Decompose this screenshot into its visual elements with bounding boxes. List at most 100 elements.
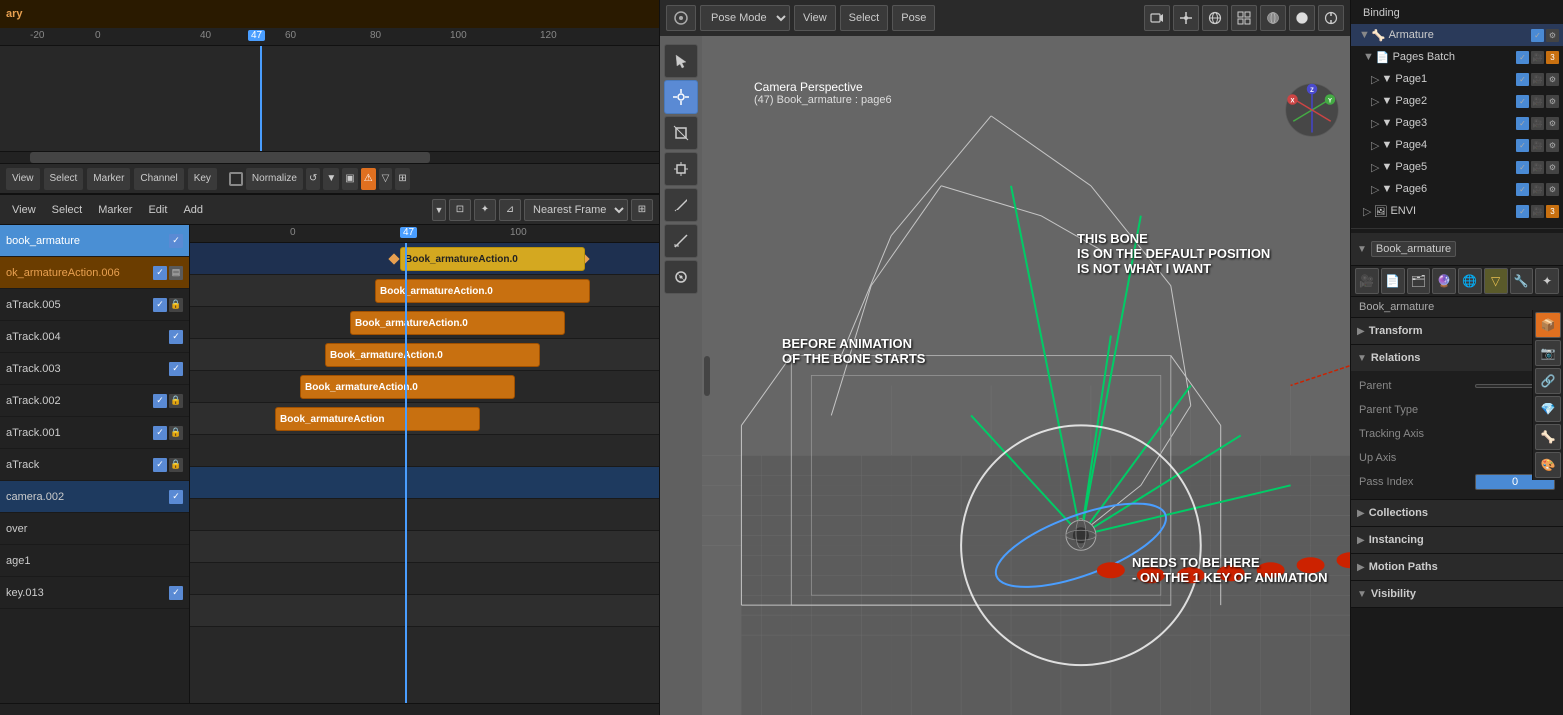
rp-tab-modifiers[interactable]: 🔧 — [1510, 268, 1534, 294]
nla-grid-btn[interactable]: ⊞ — [631, 199, 653, 221]
page6-cam-icon[interactable]: 🎥 — [1531, 183, 1544, 196]
tree-item-pages-batch[interactable]: ▼ 📄 Pages Batch ✓ 🎥 3 — [1351, 46, 1563, 68]
nla-track-label-4[interactable]: aTrack.003 ✓ — [0, 353, 189, 385]
nla-track-label-11[interactable]: key.013 ✓ — [0, 577, 189, 609]
page5-cam-icon[interactable]: 🎥 — [1531, 161, 1544, 174]
track-vis-1[interactable]: ✓ — [153, 266, 167, 280]
rp-tab-view-layer[interactable]: 🗂 — [1407, 268, 1431, 294]
rp-instancing-header[interactable]: ▶ Instancing — [1351, 527, 1563, 553]
page1-cam-icon[interactable]: 🎥 — [1531, 73, 1544, 86]
tool-move-cursor[interactable] — [664, 80, 698, 114]
nla-track-label-6[interactable]: aTrack.001 ✓ 🔒 — [0, 417, 189, 449]
tool-select-cursor[interactable] — [664, 44, 698, 78]
rp-tab-object[interactable]: ▽ — [1484, 268, 1508, 294]
timeline-view-btn[interactable]: View — [6, 168, 40, 190]
page2-extra-icon[interactable]: ⚙ — [1546, 95, 1559, 108]
tool-scale[interactable] — [664, 116, 698, 150]
timeline-select-btn[interactable]: Select — [44, 168, 84, 190]
pages-vis-icon[interactable]: ✓ — [1516, 51, 1529, 64]
rp-side-tab-render[interactable]: 📷 — [1535, 340, 1561, 366]
rp-side-tab-data[interactable]: 💎 — [1535, 396, 1561, 422]
page6-vis-icon[interactable]: ✓ — [1516, 183, 1529, 196]
pages-extra-icon[interactable]: 3 — [1546, 51, 1559, 64]
track-action-icon-1[interactable]: ▤ — [169, 266, 183, 280]
rp-tab-scene[interactable]: 🔮 — [1432, 268, 1456, 294]
nla-block-5[interactable]: Book_armatureAction — [275, 407, 480, 431]
viewport-globe-icon[interactable] — [1202, 5, 1228, 31]
rp-side-tab-bone[interactable]: 🦴 — [1535, 424, 1561, 450]
nla-scrollbar[interactable] — [0, 703, 659, 715]
nla-snapping-select[interactable]: Nearest Frame — [524, 199, 628, 221]
rp-tab-particles[interactable]: ✦ — [1535, 268, 1559, 294]
track-vis-0[interactable]: ✓ — [169, 234, 183, 248]
filter-btn3[interactable]: ⊞ — [395, 168, 409, 190]
nla-track-label-3[interactable]: aTrack.004 ✓ — [0, 321, 189, 353]
track-vis-3[interactable]: ✓ — [169, 330, 183, 344]
tool-measure[interactable] — [664, 224, 698, 258]
viewport-resize-handle[interactable] — [704, 356, 710, 396]
armature-vis-icon[interactable]: ✓ — [1531, 29, 1544, 42]
nla-select-menu[interactable]: Select — [46, 202, 89, 218]
filter-btn2[interactable]: ▽ — [379, 168, 393, 190]
track-vis-8[interactable]: ✓ — [169, 490, 183, 504]
viewport-transform-icon[interactable] — [1173, 5, 1199, 31]
nla-block-0[interactable]: Book_armatureAction.0 — [400, 247, 585, 271]
track-extra-7[interactable]: 🔒 — [169, 458, 183, 472]
tree-item-page3[interactable]: ▷ ▼ Page3 ✓ 🎥 ⚙ — [1351, 112, 1563, 134]
box-btn[interactable]: ▣ — [342, 168, 357, 190]
envi-cam-icon[interactable]: 🎥 — [1531, 205, 1544, 218]
tree-item-armature[interactable]: ▼ 🦴 Armature ✓ ⚙ — [1351, 24, 1563, 46]
tree-item-envi[interactable]: ▷ 🖼 ENVI ✓ 🎥 3 — [1351, 200, 1563, 222]
track-vis-2[interactable]: ✓ — [153, 298, 167, 312]
rp-side-tab-material[interactable]: 🎨 — [1535, 452, 1561, 478]
nla-add-menu[interactable]: Add — [177, 202, 209, 218]
envi-extra-icon[interactable]: 3 — [1546, 205, 1559, 218]
nla-marker-menu[interactable]: Marker — [92, 202, 138, 218]
rp-side-tab-object[interactable]: 📦 — [1535, 312, 1561, 338]
nla-filter-icon[interactable]: ▼ — [432, 199, 446, 221]
pages-cam-icon[interactable]: 🎥 — [1531, 51, 1544, 64]
page1-vis-icon[interactable]: ✓ — [1516, 73, 1529, 86]
nla-block-1[interactable]: Book_armatureAction.0 — [375, 279, 590, 303]
viewport-pose-btn[interactable]: Pose — [892, 5, 935, 31]
viewport-canvas[interactable]: Camera Perspective (47) Book_armature : … — [702, 36, 1350, 715]
viewport-sphere-icon[interactable] — [1260, 5, 1286, 31]
nla-track-label-1[interactable]: ok_armatureAction.006 ✓ ▤ — [0, 257, 189, 289]
rp-side-tab-constraint[interactable]: 🔗 — [1535, 368, 1561, 394]
nla-track-label-0[interactable]: book_armature ✓ — [0, 225, 189, 257]
nla-box-btn[interactable]: ⊡ — [449, 199, 471, 221]
track-vis-4[interactable]: ✓ — [169, 362, 183, 376]
viewport-grid-icon[interactable] — [1231, 5, 1257, 31]
page3-vis-icon[interactable]: ✓ — [1516, 117, 1529, 130]
nla-track-label-9[interactable]: over — [0, 513, 189, 545]
nla-track-label-10[interactable]: age1 — [0, 545, 189, 577]
track-lock-5[interactable]: 🔒 — [169, 394, 183, 408]
rp-collections-header[interactable]: ▶ Collections — [1351, 500, 1563, 526]
rp-motion-paths-header[interactable]: ▶ Motion Paths — [1351, 554, 1563, 580]
nla-track-label-5[interactable]: aTrack.002 ✓ 🔒 — [0, 385, 189, 417]
page5-extra-icon[interactable]: ⚙ — [1546, 161, 1559, 174]
page2-vis-icon[interactable]: ✓ — [1516, 95, 1529, 108]
page4-vis-icon[interactable]: ✓ — [1516, 139, 1529, 152]
viewport-camera-icon[interactable] — [1144, 5, 1170, 31]
viewport-options-icon[interactable] — [1318, 5, 1344, 31]
nla-edit-menu[interactable]: Edit — [142, 202, 173, 218]
nla-block-3[interactable]: Book_armatureAction.0 — [325, 343, 540, 367]
nla-tracks-area[interactable]: 0 47 100 Book_armatureAction.0 — [190, 225, 659, 703]
timeline-key-btn[interactable]: Key — [188, 168, 217, 190]
nla-snap-btn[interactable]: ✦ — [474, 199, 496, 221]
warn-btn[interactable]: ⚠ — [361, 168, 376, 190]
tree-item-page4[interactable]: ▷ ▼ Page4 ✓ 🎥 ⚙ — [1351, 134, 1563, 156]
track-vis-5[interactable]: ✓ — [153, 394, 167, 408]
track-vis-11[interactable]: ✓ — [169, 586, 183, 600]
tree-item-page2[interactable]: ▷ ▼ Page2 ✓ 🎥 ⚙ — [1351, 90, 1563, 112]
page4-cam-icon[interactable]: 🎥 — [1531, 139, 1544, 152]
rp-visibility-header[interactable]: ▼ Visibility — [1351, 581, 1563, 607]
armature-extra-icon[interactable]: ⚙ — [1546, 29, 1559, 42]
nla-track-label-2[interactable]: aTrack.005 ✓ 🔒 — [0, 289, 189, 321]
viewport-mode-icon[interactable] — [666, 5, 696, 31]
nla-block-4[interactable]: Book_armatureAction.0 — [300, 375, 515, 399]
page2-cam-icon[interactable]: 🎥 — [1531, 95, 1544, 108]
timeline-track-area[interactable] — [0, 46, 659, 151]
page5-vis-icon[interactable]: ✓ — [1516, 161, 1529, 174]
